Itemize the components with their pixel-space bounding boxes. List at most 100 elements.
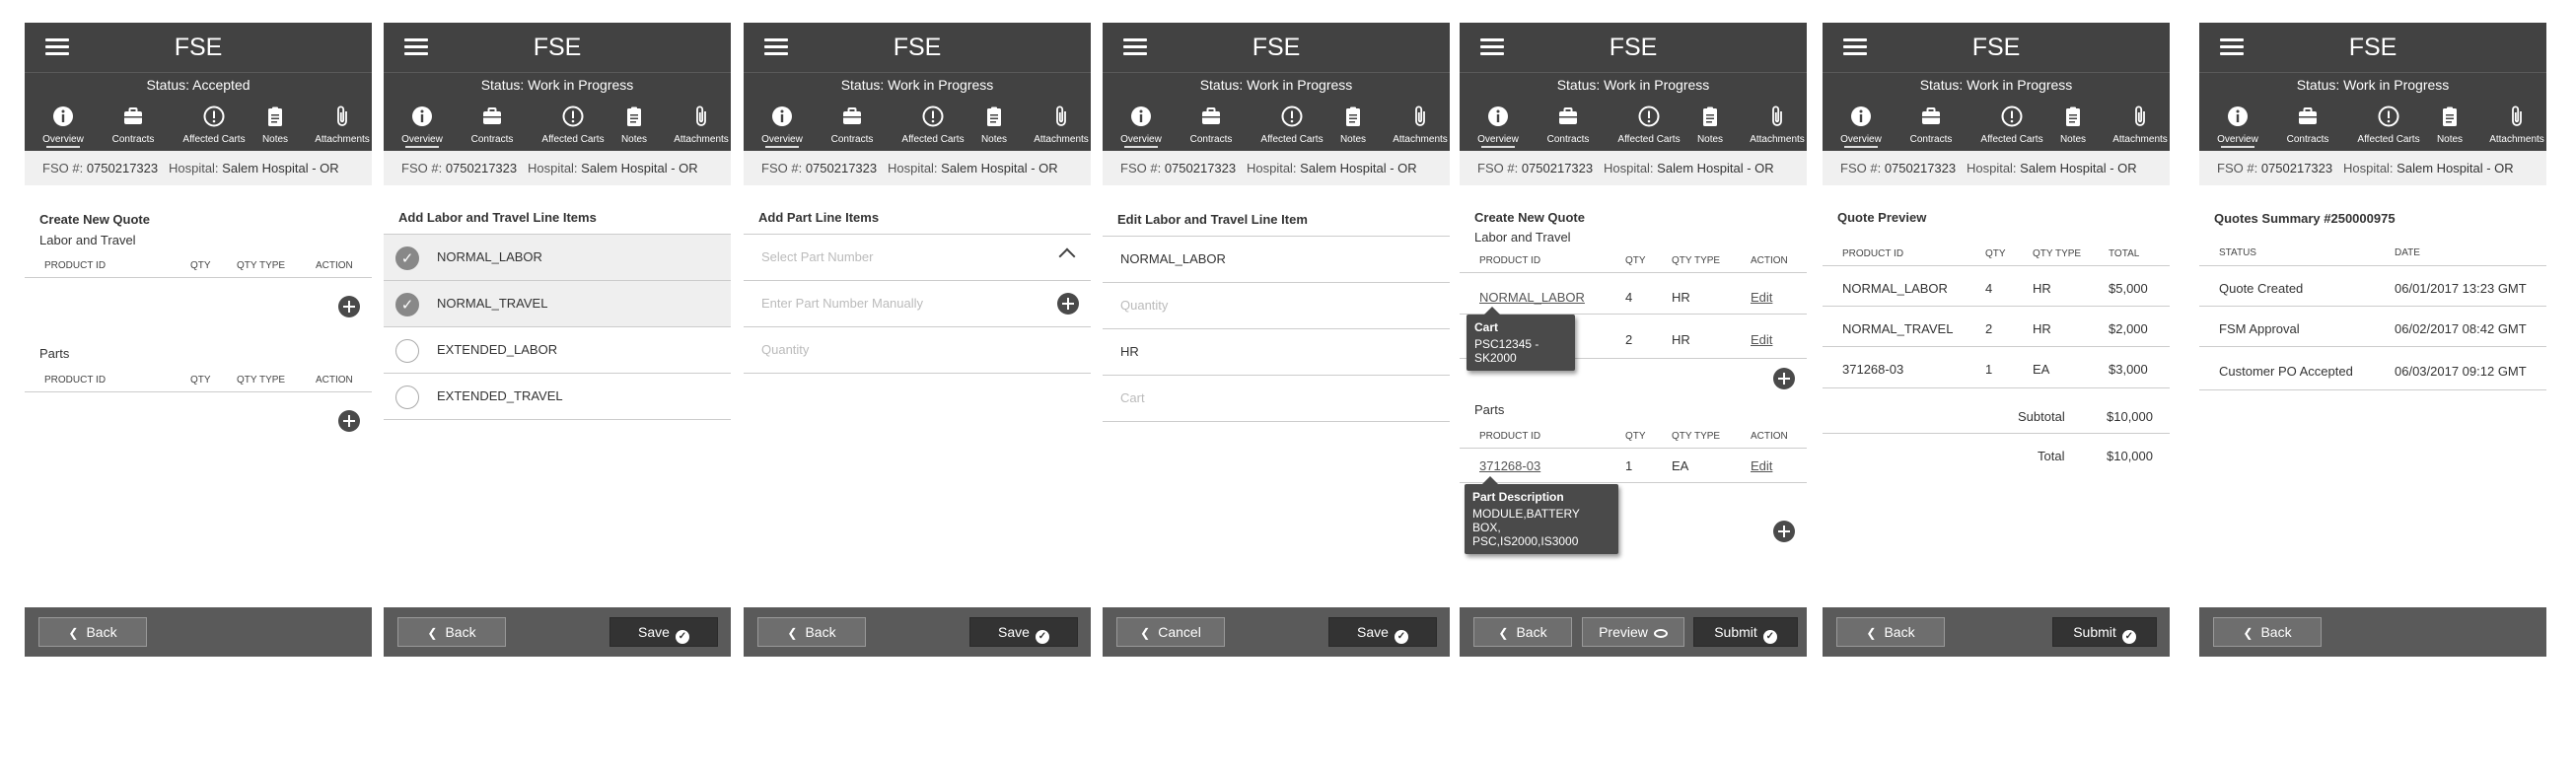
tab-attachments[interactable]: Attachments (1389, 97, 1452, 151)
tab-affected-carts[interactable]: Affected Carts (177, 97, 251, 151)
tab-label: Notes (1696, 134, 1724, 145)
back-button[interactable]: ❮ Back (38, 617, 147, 647)
tab-attachments[interactable]: Attachments (2485, 97, 2548, 151)
tab-notes[interactable]: Notes (1686, 97, 1734, 151)
tab-attachments[interactable]: Attachments (1746, 97, 1809, 151)
qty-cell: 4 (1625, 290, 1633, 305)
tab-label: Attachments (674, 134, 729, 145)
tab-overview[interactable]: Overview (755, 97, 809, 151)
radio-icon[interactable] (395, 386, 419, 409)
app-title: FSE (2348, 34, 2397, 61)
col-action: ACTION (316, 260, 353, 271)
part-number-select[interactable]: Select Part Number (744, 235, 1091, 281)
tab-affected-carts[interactable]: Affected Carts (1974, 97, 2049, 151)
back-button[interactable]: ❮ Back (1473, 617, 1572, 647)
divider (2199, 346, 2546, 347)
submit-button[interactable]: Submit ✓ (2052, 617, 2157, 647)
add-part-button[interactable] (1057, 293, 1079, 315)
tab-notes[interactable]: Notes (2426, 97, 2473, 151)
product-value: NORMAL_LABOR (1120, 251, 1226, 266)
submit-button[interactable]: Submit ✓ (1693, 617, 1798, 647)
add-labor-button[interactable] (1773, 368, 1795, 389)
info-icon (755, 105, 809, 128)
add-labor-button[interactable] (338, 296, 360, 317)
tab-contracts[interactable]: Contracts (102, 97, 165, 151)
cart-input[interactable]: Cart (1103, 376, 1450, 422)
footer-bar: ❮ Back Submit ✓ (1823, 607, 2170, 657)
checked-radio-icon[interactable] (395, 293, 419, 316)
tab-notes[interactable]: Notes (610, 97, 658, 151)
edit-link[interactable]: Edit (1751, 290, 1772, 305)
tab-attachments[interactable]: Attachments (1030, 97, 1093, 151)
save-button[interactable]: Save ✓ (609, 617, 718, 647)
chevron-left-icon: ❮ (1498, 626, 1509, 640)
tab-overview[interactable]: Overview (2211, 97, 2264, 151)
tab-overview[interactable]: Overview (36, 97, 90, 151)
chevron-up-icon[interactable] (1058, 247, 1076, 265)
tab-affected-carts[interactable]: Affected Carts (1611, 97, 1686, 151)
tab-label: Contracts (111, 134, 155, 145)
app-title: FSE (1252, 34, 1301, 61)
list-item[interactable]: NORMAL_TRAVEL (384, 281, 731, 327)
product-cell: NORMAL_TRAVEL (1842, 321, 1954, 336)
back-button[interactable]: ❮ Back (397, 617, 506, 647)
item-label: NORMAL_TRAVEL (437, 296, 548, 311)
save-button[interactable]: Save ✓ (969, 617, 1078, 647)
quantity-input[interactable]: Quantity (1103, 283, 1450, 329)
back-button[interactable]: ❮ Back (757, 617, 866, 647)
tab-attachments[interactable]: Attachments (670, 97, 733, 151)
product-link[interactable]: NORMAL_LABOR (1479, 290, 1585, 305)
tab-notes[interactable]: Notes (970, 97, 1018, 151)
edit-link[interactable]: Edit (1751, 458, 1772, 473)
edit-link[interactable]: Edit (1751, 332, 1772, 347)
tab-label: Overview (1120, 134, 1162, 145)
tab-contracts[interactable]: Contracts (1537, 97, 1600, 151)
list-item[interactable]: EXTENDED_TRAVEL (384, 374, 731, 420)
radio-icon[interactable] (395, 339, 419, 363)
qty-type-field[interactable]: HR (1103, 329, 1450, 376)
product-field[interactable]: NORMAL_LABOR (1103, 237, 1450, 283)
tab-attachments[interactable]: Attachments (311, 97, 374, 151)
tab-contracts[interactable]: Contracts (1180, 97, 1243, 151)
tab-notes[interactable]: Notes (2049, 97, 2097, 151)
part-link[interactable]: 371268-03 (1479, 458, 1540, 473)
checked-radio-icon[interactable] (395, 246, 419, 270)
part-number-manual-input[interactable]: Enter Part Number Manually (744, 281, 1091, 327)
tab-affected-carts[interactable]: Affected Carts (895, 97, 970, 151)
add-part-button[interactable] (1773, 521, 1795, 542)
col-product-id: PRODUCT ID (44, 375, 107, 386)
tab-affected-carts[interactable]: Affected Carts (536, 97, 610, 151)
preview-button[interactable]: Preview (1582, 617, 1684, 647)
cancel-button[interactable]: ❮ Cancel (1116, 617, 1225, 647)
tab-affected-carts[interactable]: Affected Carts (2351, 97, 2426, 151)
tab-contracts[interactable]: Contracts (2276, 97, 2339, 151)
list-item[interactable]: EXTENDED_LABOR (384, 327, 731, 374)
tab-bar: Overview Contracts Affected Carts Notes Atta… (25, 97, 372, 151)
status-cell: Quote Created (2219, 281, 2304, 296)
tab-bar: Overview Contracts Affected Carts Notes Atta… (1460, 97, 1807, 151)
tab-notes[interactable]: Notes (1329, 97, 1377, 151)
back-button[interactable]: ❮ Back (2213, 617, 2322, 647)
alert-icon (895, 105, 970, 128)
tab-notes[interactable]: Notes (251, 97, 299, 151)
col-status: STATUS (2219, 247, 2256, 258)
check-icon: ✓ (1394, 630, 1408, 644)
back-button[interactable]: ❮ Back (1836, 617, 1945, 647)
tab-overview[interactable]: Overview (1114, 97, 1168, 151)
list-item[interactable]: NORMAL_LABOR (384, 235, 731, 281)
quantity-input[interactable]: Quantity (744, 327, 1091, 374)
product-cell: 371268-03 (1842, 362, 1904, 377)
tab-contracts[interactable]: Contracts (1899, 97, 1963, 151)
tab-contracts[interactable]: Contracts (821, 97, 884, 151)
save-button[interactable]: Save ✓ (1328, 617, 1437, 647)
tab-attachments[interactable]: Attachments (2109, 97, 2172, 151)
tab-contracts[interactable]: Contracts (461, 97, 524, 151)
tab-affected-carts[interactable]: Affected Carts (1254, 97, 1329, 151)
add-part-button[interactable] (338, 410, 360, 432)
tab-overview[interactable]: Overview (1834, 97, 1888, 151)
tab-label: Contracts (1909, 134, 1953, 145)
tab-overview[interactable]: Overview (1471, 97, 1525, 151)
app-header: FSE (25, 23, 372, 72)
quantity-placeholder: Quantity (761, 342, 810, 357)
tab-overview[interactable]: Overview (395, 97, 449, 151)
